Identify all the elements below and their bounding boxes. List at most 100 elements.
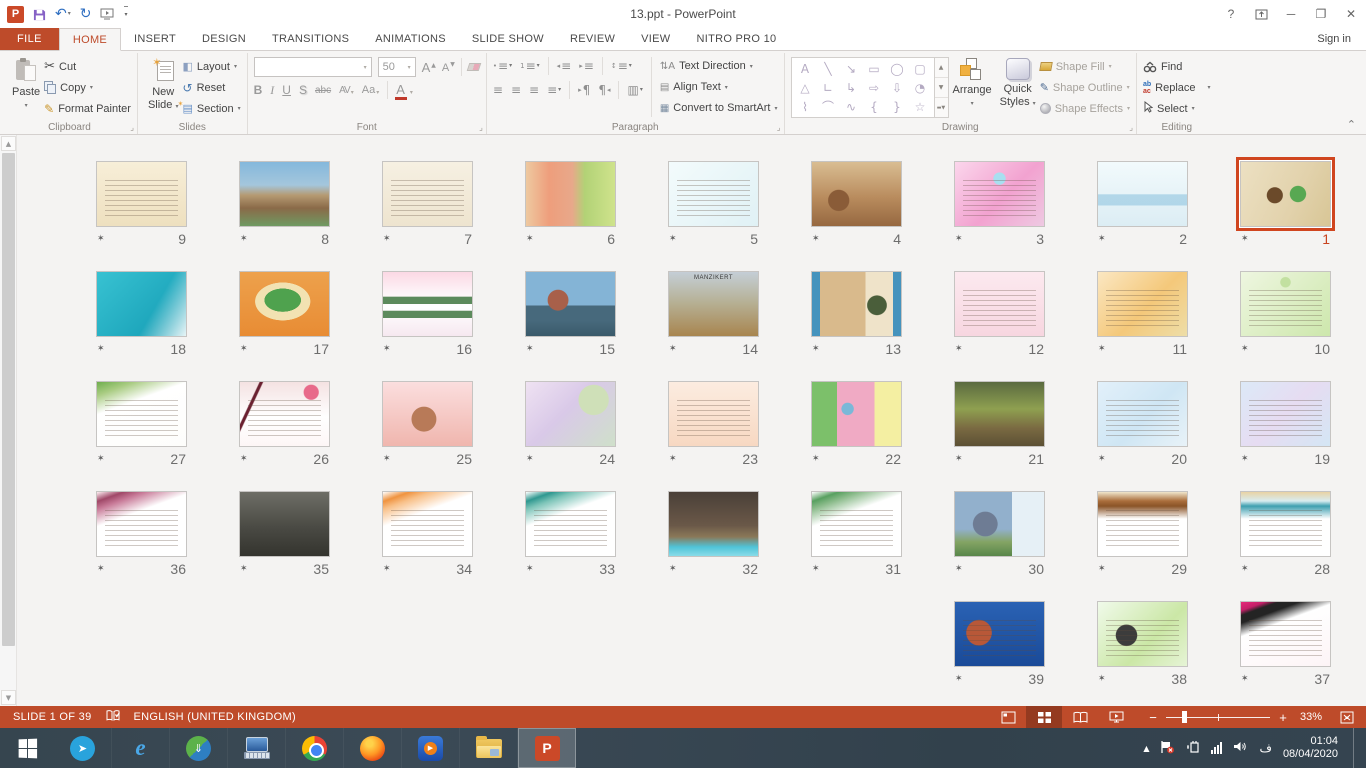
slide-thumbnail-12[interactable]: ✶12 — [954, 271, 1045, 356]
taskbar-item-internet-explorer[interactable]: e — [112, 728, 170, 768]
taskbar-item-file-explorer[interactable] — [460, 728, 518, 768]
slide-thumbnail-15[interactable]: ✶15 — [525, 271, 616, 356]
hidden-icons-button[interactable]: ▲ — [1143, 744, 1149, 753]
slide-thumbnail-35[interactable]: ✶35 — [239, 491, 330, 576]
shape-option-16[interactable]: } — [886, 97, 909, 116]
zoom-in-button[interactable]: + — [1278, 710, 1288, 725]
reset-button[interactable]: ↺Reset — [183, 78, 241, 97]
slide-image-27[interactable] — [96, 381, 187, 447]
shape-option-8[interactable]: ↳ — [840, 78, 863, 97]
slide-thumbnail-8[interactable]: ✶8 — [239, 161, 330, 246]
slide-thumbnail-39[interactable]: ✶39 — [954, 601, 1045, 686]
slide-thumbnail-30[interactable]: ✶30 — [954, 491, 1045, 576]
action-center-icon[interactable] — [1160, 740, 1175, 757]
shape-option-17[interactable]: ☆ — [909, 97, 932, 116]
slide-image-35[interactable] — [239, 491, 330, 557]
shape-option-3[interactable]: ▭ — [863, 59, 886, 78]
shape-option-5[interactable]: ▢ — [909, 59, 932, 78]
tab-animations[interactable]: ANIMATIONS — [362, 28, 459, 50]
line-spacing-button[interactable]: ↕≡▾ — [611, 60, 632, 72]
slide-image-19[interactable] — [1240, 381, 1331, 447]
slide-image-37[interactable] — [1240, 601, 1331, 667]
slide-image-28[interactable] — [1240, 491, 1331, 557]
slide-thumbnail-18[interactable]: ✶18 — [96, 271, 187, 356]
help-button[interactable]: ? — [1216, 0, 1246, 28]
taskbar-item-idm[interactable]: ⇓ — [170, 728, 228, 768]
font-size-combo[interactable]: 50▾ — [378, 57, 416, 77]
slide-image-39[interactable] — [954, 601, 1045, 667]
shapes-scroll-down[interactable]: ▼ — [935, 78, 948, 98]
align-right-button[interactable]: ≡ — [529, 84, 539, 96]
minimize-button[interactable]: ─ — [1276, 0, 1306, 28]
drawing-dialog-launcher[interactable]: ⌟ — [1129, 123, 1133, 132]
strikethrough-button[interactable]: abc — [315, 85, 331, 96]
bullets-button[interactable]: •≡▾ — [493, 60, 512, 72]
find-button[interactable]: Find — [1143, 57, 1211, 76]
slide-image-36[interactable] — [96, 491, 187, 557]
change-case-button[interactable]: Aa▾ — [362, 84, 379, 96]
grow-font-button[interactable]: A▲ — [422, 60, 436, 75]
slide-thumbnail-17[interactable]: ✶17 — [239, 271, 330, 356]
shape-option-2[interactable]: ↘ — [840, 59, 863, 78]
tab-home[interactable]: HOME — [59, 28, 121, 51]
text-direction-button[interactable]: ⇅AText Direction▾ — [660, 57, 778, 75]
slide-image-30[interactable] — [954, 491, 1045, 557]
layout-button[interactable]: ◧Layout▾ — [183, 57, 241, 76]
slide-thumbnail-4[interactable]: ✶4 — [811, 161, 902, 246]
slide-thumbnail-3[interactable]: ✶3 — [954, 161, 1045, 246]
slide-thumbnail-29[interactable]: ✶29 — [1097, 491, 1188, 576]
scroll-up-arrow[interactable]: ▲ — [1, 136, 16, 151]
font-dialog-launcher[interactable]: ⌟ — [479, 123, 483, 132]
network-signal-icon[interactable] — [1211, 742, 1222, 754]
shape-option-13[interactable]: ⌒ — [817, 97, 840, 116]
shape-option-15[interactable]: { — [863, 97, 886, 116]
slide-image-1[interactable] — [1240, 161, 1331, 227]
font-name-combo[interactable]: ▾ — [254, 57, 372, 77]
slide-image-15[interactable] — [525, 271, 616, 337]
convert-to-smartart-button[interactable]: ▦Convert to SmartArt▾ — [660, 99, 778, 117]
format-painter-button[interactable]: ✎Format Painter — [44, 99, 131, 118]
slide-image-2[interactable] — [1097, 161, 1188, 227]
ribbon-display-options-button[interactable] — [1246, 0, 1276, 28]
slide-image-10[interactable] — [1240, 271, 1331, 337]
align-text-button[interactable]: ▤Align Text▾ — [660, 78, 778, 96]
slide-thumbnail-23[interactable]: ✶23 — [668, 381, 759, 466]
shape-option-7[interactable]: ∟ — [817, 78, 840, 97]
taskbar-item-telegram[interactable]: ➤ — [54, 728, 112, 768]
spell-check-icon[interactable] — [106, 709, 120, 725]
slide-image-6[interactable] — [525, 161, 616, 227]
slide-image-14[interactable]: MANZIKERT — [668, 271, 759, 337]
rtl-direction-button[interactable]: ¶◂ — [598, 84, 610, 96]
slide-thumbnail-9[interactable]: ✶9 — [96, 161, 187, 246]
tab-insert[interactable]: INSERT — [121, 28, 189, 50]
slide-thumbnail-19[interactable]: ✶19 — [1240, 381, 1331, 466]
scrollbar-thumb[interactable] — [2, 153, 15, 646]
tab-file[interactable]: FILE — [0, 28, 59, 50]
slide-image-24[interactable] — [525, 381, 616, 447]
power-icon[interactable] — [1186, 740, 1200, 756]
slide-thumbnail-25[interactable]: ✶25 — [382, 381, 473, 466]
scroll-down-arrow[interactable]: ▼ — [1, 690, 16, 705]
taskbar-item-powerpoint[interactable]: P — [518, 728, 576, 768]
slide-thumbnail-10[interactable]: ✶10 — [1240, 271, 1331, 356]
replace-button[interactable]: abac Replace ▾ — [1143, 78, 1211, 97]
slide-thumbnail-13[interactable]: ✶13 — [811, 271, 902, 356]
slide-sorter-view-button[interactable] — [1026, 706, 1062, 728]
bold-button[interactable]: B — [254, 83, 263, 97]
slide-image-34[interactable] — [382, 491, 473, 557]
language-indicator[interactable]: ENGLISH (UNITED KINGDOM) — [134, 711, 296, 723]
slide-image-3[interactable] — [954, 161, 1045, 227]
italic-button[interactable]: I — [270, 83, 274, 98]
sign-in-link[interactable]: Sign in — [1317, 28, 1366, 50]
slide-thumbnail-6[interactable]: ✶6 — [525, 161, 616, 246]
slide-thumbnail-21[interactable]: ✶21 — [954, 381, 1045, 466]
columns-button[interactable]: ▥▾ — [627, 84, 642, 96]
shape-outline-button[interactable]: ✎Shape Outline▾ — [1040, 78, 1130, 97]
text-shadow-button[interactable]: S — [299, 83, 307, 97]
paste-button[interactable]: Paste ▾ — [8, 55, 44, 114]
increase-indent-button[interactable]: ▸≡ — [579, 60, 594, 72]
shape-option-12[interactable]: ⌇ — [794, 97, 817, 116]
slide-image-32[interactable] — [668, 491, 759, 557]
slide-image-31[interactable] — [811, 491, 902, 557]
tab-design[interactable]: DESIGN — [189, 28, 259, 50]
